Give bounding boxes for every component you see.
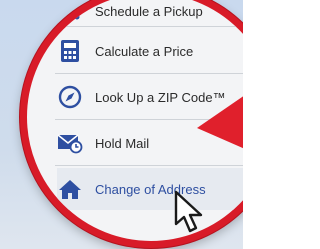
menu-divider (55, 26, 243, 27)
menu-item-label: Calculate a Price (95, 43, 194, 59)
calculator-icon (57, 38, 83, 64)
truck-icon (57, 0, 83, 24)
red-pointer-arrow-icon (197, 96, 243, 149)
house-icon (57, 176, 83, 202)
menu-item-label: Hold Mail (95, 135, 150, 151)
mail-hold-icon (57, 130, 83, 156)
mouse-cursor-icon (174, 190, 203, 233)
magnifier-lens: Schedule a Pickup Calculate a Price Look… (20, 0, 243, 248)
menu-item-calculate-price[interactable]: Calculate a Price (57, 31, 243, 71)
menu-item-change-of-address[interactable]: Change of Address (57, 168, 243, 210)
screenshot-stage: Schedule a Pickup Calculate a Price Look… (0, 0, 243, 249)
menu-item-label: Schedule a Pickup (95, 3, 203, 19)
compass-icon (57, 84, 83, 110)
menu-divider (55, 165, 243, 166)
